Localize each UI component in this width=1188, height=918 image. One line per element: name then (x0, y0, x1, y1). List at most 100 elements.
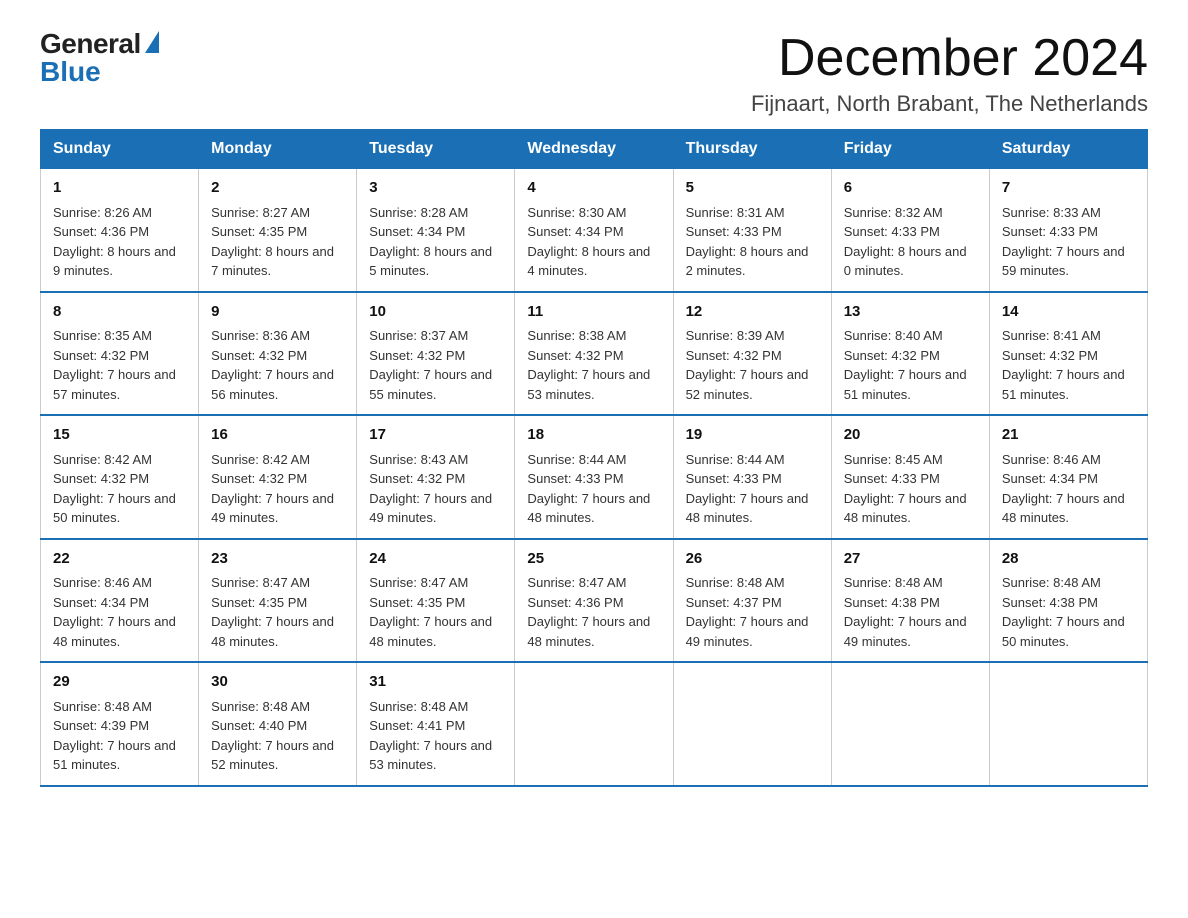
day-number: 11 (527, 301, 660, 324)
weekday-header-sunday: Sunday (41, 130, 199, 169)
day-info: Sunrise: 8:47 AM Sunset: 4:35 PM Dayligh… (369, 573, 502, 651)
calendar-day-1: 1 Sunrise: 8:26 AM Sunset: 4:36 PM Dayli… (41, 169, 199, 292)
calendar-table: SundayMondayTuesdayWednesdayThursdayFrid… (40, 129, 1148, 787)
day-number: 26 (686, 548, 819, 571)
day-number: 27 (844, 548, 977, 571)
day-info: Sunrise: 8:27 AM Sunset: 4:35 PM Dayligh… (211, 203, 344, 281)
calendar-day-10: 10 Sunrise: 8:37 AM Sunset: 4:32 PM Dayl… (357, 292, 515, 416)
calendar-day-30: 30 Sunrise: 8:48 AM Sunset: 4:40 PM Dayl… (199, 662, 357, 786)
day-info: Sunrise: 8:42 AM Sunset: 4:32 PM Dayligh… (53, 450, 186, 528)
day-info: Sunrise: 8:31 AM Sunset: 4:33 PM Dayligh… (686, 203, 819, 281)
calendar-week-4: 22 Sunrise: 8:46 AM Sunset: 4:34 PM Dayl… (41, 539, 1148, 663)
calendar-week-2: 8 Sunrise: 8:35 AM Sunset: 4:32 PM Dayli… (41, 292, 1148, 416)
day-number: 25 (527, 548, 660, 571)
calendar-week-5: 29 Sunrise: 8:48 AM Sunset: 4:39 PM Dayl… (41, 662, 1148, 786)
logo-blue-text: Blue (40, 58, 101, 86)
calendar-day-12: 12 Sunrise: 8:39 AM Sunset: 4:32 PM Dayl… (673, 292, 831, 416)
day-number: 30 (211, 671, 344, 694)
day-number: 28 (1002, 548, 1135, 571)
calendar-day-empty (673, 662, 831, 786)
calendar-day-21: 21 Sunrise: 8:46 AM Sunset: 4:34 PM Dayl… (989, 415, 1147, 539)
calendar-day-2: 2 Sunrise: 8:27 AM Sunset: 4:35 PM Dayli… (199, 169, 357, 292)
day-info: Sunrise: 8:41 AM Sunset: 4:32 PM Dayligh… (1002, 326, 1135, 404)
calendar-day-24: 24 Sunrise: 8:47 AM Sunset: 4:35 PM Dayl… (357, 539, 515, 663)
day-info: Sunrise: 8:48 AM Sunset: 4:39 PM Dayligh… (53, 697, 186, 775)
calendar-day-28: 28 Sunrise: 8:48 AM Sunset: 4:38 PM Dayl… (989, 539, 1147, 663)
calendar-day-15: 15 Sunrise: 8:42 AM Sunset: 4:32 PM Dayl… (41, 415, 199, 539)
day-number: 8 (53, 301, 186, 324)
day-info: Sunrise: 8:37 AM Sunset: 4:32 PM Dayligh… (369, 326, 502, 404)
day-info: Sunrise: 8:48 AM Sunset: 4:38 PM Dayligh… (1002, 573, 1135, 651)
day-info: Sunrise: 8:46 AM Sunset: 4:34 PM Dayligh… (1002, 450, 1135, 528)
day-info: Sunrise: 8:36 AM Sunset: 4:32 PM Dayligh… (211, 326, 344, 404)
day-number: 24 (369, 548, 502, 571)
calendar-day-8: 8 Sunrise: 8:35 AM Sunset: 4:32 PM Dayli… (41, 292, 199, 416)
weekday-header-thursday: Thursday (673, 130, 831, 169)
day-info: Sunrise: 8:48 AM Sunset: 4:38 PM Dayligh… (844, 573, 977, 651)
day-number: 9 (211, 301, 344, 324)
day-info: Sunrise: 8:42 AM Sunset: 4:32 PM Dayligh… (211, 450, 344, 528)
day-number: 15 (53, 424, 186, 447)
day-info: Sunrise: 8:45 AM Sunset: 4:33 PM Dayligh… (844, 450, 977, 528)
calendar-day-31: 31 Sunrise: 8:48 AM Sunset: 4:41 PM Dayl… (357, 662, 515, 786)
calendar-day-26: 26 Sunrise: 8:48 AM Sunset: 4:37 PM Dayl… (673, 539, 831, 663)
day-info: Sunrise: 8:48 AM Sunset: 4:40 PM Dayligh… (211, 697, 344, 775)
calendar-day-3: 3 Sunrise: 8:28 AM Sunset: 4:34 PM Dayli… (357, 169, 515, 292)
day-info: Sunrise: 8:32 AM Sunset: 4:33 PM Dayligh… (844, 203, 977, 281)
day-number: 29 (53, 671, 186, 694)
day-number: 12 (686, 301, 819, 324)
weekday-header-wednesday: Wednesday (515, 130, 673, 169)
day-number: 1 (53, 177, 186, 200)
calendar-day-empty (831, 662, 989, 786)
day-number: 14 (1002, 301, 1135, 324)
day-info: Sunrise: 8:26 AM Sunset: 4:36 PM Dayligh… (53, 203, 186, 281)
day-number: 6 (844, 177, 977, 200)
logo: General Blue (40, 30, 159, 86)
page-header: General Blue December 2024 Fijnaart, Nor… (40, 30, 1148, 117)
calendar-week-3: 15 Sunrise: 8:42 AM Sunset: 4:32 PM Dayl… (41, 415, 1148, 539)
day-number: 31 (369, 671, 502, 694)
calendar-day-empty (515, 662, 673, 786)
calendar-day-19: 19 Sunrise: 8:44 AM Sunset: 4:33 PM Dayl… (673, 415, 831, 539)
calendar-week-1: 1 Sunrise: 8:26 AM Sunset: 4:36 PM Dayli… (41, 169, 1148, 292)
calendar-day-17: 17 Sunrise: 8:43 AM Sunset: 4:32 PM Dayl… (357, 415, 515, 539)
day-number: 19 (686, 424, 819, 447)
calendar-day-18: 18 Sunrise: 8:44 AM Sunset: 4:33 PM Dayl… (515, 415, 673, 539)
calendar-day-11: 11 Sunrise: 8:38 AM Sunset: 4:32 PM Dayl… (515, 292, 673, 416)
weekday-header-tuesday: Tuesday (357, 130, 515, 169)
calendar-day-16: 16 Sunrise: 8:42 AM Sunset: 4:32 PM Dayl… (199, 415, 357, 539)
day-number: 3 (369, 177, 502, 200)
weekday-header-monday: Monday (199, 130, 357, 169)
day-info: Sunrise: 8:35 AM Sunset: 4:32 PM Dayligh… (53, 326, 186, 404)
calendar-day-14: 14 Sunrise: 8:41 AM Sunset: 4:32 PM Dayl… (989, 292, 1147, 416)
calendar-day-20: 20 Sunrise: 8:45 AM Sunset: 4:33 PM Dayl… (831, 415, 989, 539)
calendar-day-27: 27 Sunrise: 8:48 AM Sunset: 4:38 PM Dayl… (831, 539, 989, 663)
day-info: Sunrise: 8:28 AM Sunset: 4:34 PM Dayligh… (369, 203, 502, 281)
calendar-day-4: 4 Sunrise: 8:30 AM Sunset: 4:34 PM Dayli… (515, 169, 673, 292)
day-number: 4 (527, 177, 660, 200)
title-block: December 2024 Fijnaart, North Brabant, T… (751, 30, 1148, 117)
day-number: 18 (527, 424, 660, 447)
calendar-day-9: 9 Sunrise: 8:36 AM Sunset: 4:32 PM Dayli… (199, 292, 357, 416)
weekday-header-friday: Friday (831, 130, 989, 169)
day-number: 21 (1002, 424, 1135, 447)
day-number: 7 (1002, 177, 1135, 200)
day-info: Sunrise: 8:44 AM Sunset: 4:33 PM Dayligh… (527, 450, 660, 528)
weekday-header-row: SundayMondayTuesdayWednesdayThursdayFrid… (41, 130, 1148, 169)
day-info: Sunrise: 8:47 AM Sunset: 4:36 PM Dayligh… (527, 573, 660, 651)
day-number: 16 (211, 424, 344, 447)
day-info: Sunrise: 8:38 AM Sunset: 4:32 PM Dayligh… (527, 326, 660, 404)
day-info: Sunrise: 8:48 AM Sunset: 4:37 PM Dayligh… (686, 573, 819, 651)
calendar-day-22: 22 Sunrise: 8:46 AM Sunset: 4:34 PM Dayl… (41, 539, 199, 663)
location-title: Fijnaart, North Brabant, The Netherlands (751, 91, 1148, 117)
day-number: 5 (686, 177, 819, 200)
day-info: Sunrise: 8:33 AM Sunset: 4:33 PM Dayligh… (1002, 203, 1135, 281)
calendar-day-13: 13 Sunrise: 8:40 AM Sunset: 4:32 PM Dayl… (831, 292, 989, 416)
weekday-header-saturday: Saturday (989, 130, 1147, 169)
calendar-day-6: 6 Sunrise: 8:32 AM Sunset: 4:33 PM Dayli… (831, 169, 989, 292)
day-info: Sunrise: 8:47 AM Sunset: 4:35 PM Dayligh… (211, 573, 344, 651)
calendar-day-29: 29 Sunrise: 8:48 AM Sunset: 4:39 PM Dayl… (41, 662, 199, 786)
day-info: Sunrise: 8:44 AM Sunset: 4:33 PM Dayligh… (686, 450, 819, 528)
day-info: Sunrise: 8:39 AM Sunset: 4:32 PM Dayligh… (686, 326, 819, 404)
calendar-day-7: 7 Sunrise: 8:33 AM Sunset: 4:33 PM Dayli… (989, 169, 1147, 292)
